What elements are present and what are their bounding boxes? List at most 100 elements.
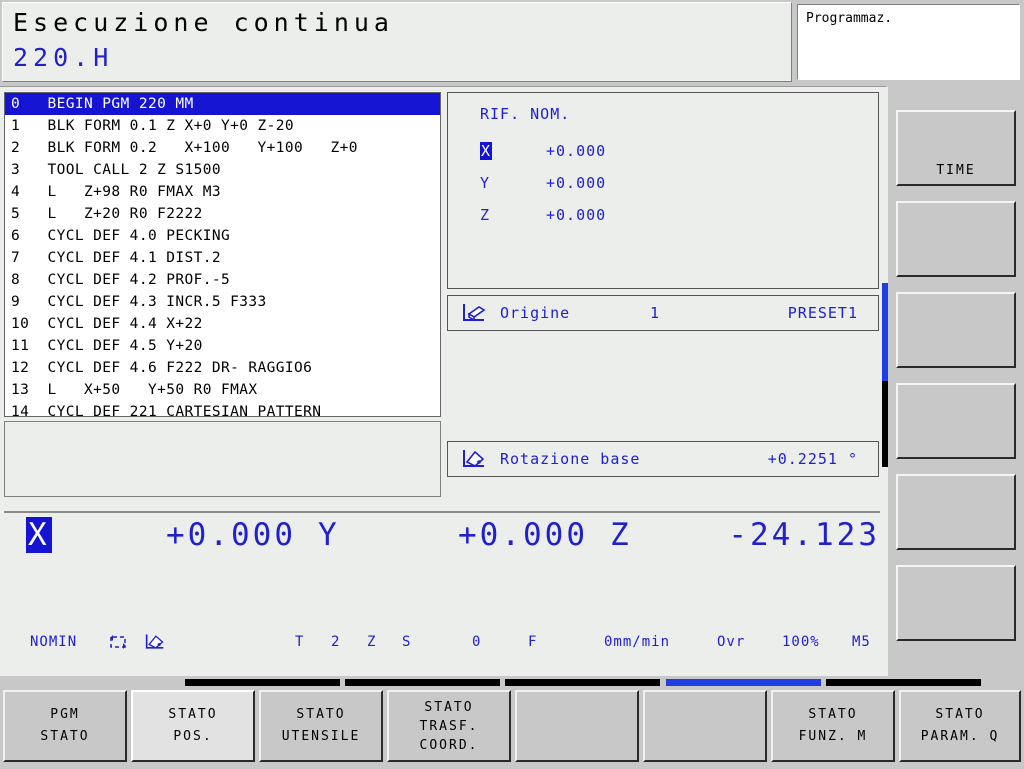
program-line[interactable]: 2 BLK FORM 0.2 X+100 Y+100 Z+0 xyxy=(5,137,440,159)
nominal-axis-value-y: +0.000 xyxy=(546,174,607,192)
nominal-axis-value-z: +0.000 xyxy=(546,206,607,224)
nominal-axis-label-x: X xyxy=(480,142,493,160)
status-override-value: 100% xyxy=(782,634,820,650)
cycle-loop-icon xyxy=(108,601,144,683)
program-detail-panel xyxy=(4,421,441,497)
status-override-label: Ovr xyxy=(717,634,746,650)
vertical-softkey-column: TIME xyxy=(888,86,1024,676)
softkey-line-2: UTENSILE xyxy=(281,729,361,744)
softkey-vert-5[interactable] xyxy=(896,474,1016,550)
datum-preset-icon xyxy=(448,301,500,325)
datum-origin-label: Origine xyxy=(500,304,571,322)
program-listing-panel[interactable]: 0 BEGIN PGM 220 MM 1 BLK FORM 0.1 Z X+0 … xyxy=(4,92,441,417)
hscroll-segment-5[interactable] xyxy=(826,679,981,686)
hscroll-segment-2[interactable] xyxy=(345,679,500,686)
status-m-function: M5 xyxy=(852,634,871,650)
softkey-time[interactable]: TIME xyxy=(896,110,1016,186)
datum-origin-number: 1 xyxy=(650,304,661,322)
softkey-empty-5[interactable] xyxy=(515,690,639,762)
status-feed-label: F xyxy=(528,634,538,650)
datum-origin-strip[interactable]: Origine 1 PRESET1 xyxy=(447,295,879,331)
softkey-line-1: STATO xyxy=(424,699,474,715)
softkey-empty-6[interactable] xyxy=(643,690,767,762)
datum-origin-preset: PRESET1 xyxy=(787,304,858,322)
softkey-line-2: FUNZ. M xyxy=(798,729,868,744)
program-line[interactable]: 3 TOOL CALL 2 Z S1500 xyxy=(5,159,440,181)
status-tool-label: T xyxy=(295,634,305,650)
softkey-line-1: STATO xyxy=(168,707,218,722)
nominal-reference-title: RIF. NOM. xyxy=(480,105,571,123)
softkey-line-2: PARAM. Q xyxy=(920,729,1000,744)
program-line[interactable]: 4 L Z+98 R0 FMAX M3 xyxy=(5,181,440,203)
program-line[interactable]: 11 CYCL DEF 4.5 Y+20 xyxy=(5,335,440,357)
status-tool-axis: Z xyxy=(367,634,377,650)
softkey-line-1: STATO xyxy=(808,707,858,722)
tnc-screen: Esecuzione continua 220.H Programmaz. 0 … xyxy=(0,0,1024,769)
machine-status-line: NOMIN T 2 Z S 0 F 0mm/min Ovr 100% M5 xyxy=(0,622,882,662)
status-spindle-value: 0 xyxy=(472,634,482,650)
softkey-stato-param-q[interactable]: STATO PARAM. Q xyxy=(899,690,1021,762)
softkey-stato-utensile[interactable]: STATO UTENSILE xyxy=(259,690,383,762)
nominal-row-x: X +0.000 xyxy=(480,135,878,167)
programming-mode-box[interactable]: Programmaz. xyxy=(797,4,1020,80)
program-line[interactable]: 5 L Z+20 R0 F2222 xyxy=(5,203,440,225)
nominal-row-y: Y +0.000 xyxy=(480,167,878,199)
status-feed-value: 0mm/min xyxy=(604,634,671,650)
main-area: 0 BEGIN PGM 220 MM 1 BLK FORM 0.1 Z X+0 … xyxy=(0,86,888,677)
basic-rotation-strip[interactable]: Rotazione base +0.2251 ° xyxy=(447,441,879,477)
top-bar: Esecuzione continua 220.H Programmaz. xyxy=(0,0,1024,86)
nominal-axis-value-x: +0.000 xyxy=(546,142,607,160)
nominal-row-z: Z +0.000 xyxy=(480,199,878,231)
softkey-line-1: PGM xyxy=(50,707,80,722)
program-line[interactable]: 9 CYCL DEF 4.3 INCR.5 F333 xyxy=(5,291,440,313)
program-line[interactable]: 14 CYCL DEF 221 CARTESIAN PATTERN xyxy=(5,401,440,416)
dro-axis-label-z: Z xyxy=(610,516,632,553)
softkey-stato-pos[interactable]: STATO POS. xyxy=(131,690,255,762)
bottom-softkey-bar: PGM STATO STATO POS. STATO UTENSILE STAT… xyxy=(0,676,1024,769)
program-line[interactable]: 6 CYCL DEF 4.0 PECKING xyxy=(5,225,440,247)
softkey-line-3: COORD. xyxy=(419,737,479,753)
program-line[interactable]: 8 CYCL DEF 4.2 PROF.-5 xyxy=(5,269,440,291)
softkey-vert-2[interactable] xyxy=(896,201,1016,277)
program-line[interactable]: 1 BLK FORM 0.1 Z X+0 Y+0 Z-20 xyxy=(5,115,440,137)
softkey-line-1: STATO xyxy=(935,707,985,722)
softkey-line-2: STATO xyxy=(40,729,90,744)
dro-axis-value-z: -24.123 xyxy=(728,516,880,553)
operating-mode-title: Esecuzione continua xyxy=(13,8,394,37)
active-program-name: 220.H xyxy=(13,43,114,72)
nominal-axis-label-y: Y xyxy=(480,174,491,192)
hscroll-segment-4[interactable] xyxy=(666,679,821,686)
program-line[interactable]: 7 CYCL DEF 4.1 DIST.2 xyxy=(5,247,440,269)
softkey-vert-6[interactable] xyxy=(896,565,1016,641)
program-line[interactable]: 13 L X+50 Y+50 R0 FMAX xyxy=(5,379,440,401)
status-spindle-label: S xyxy=(402,634,412,650)
dro-axis-value-y: +0.000 xyxy=(458,516,588,553)
dro-axis-label-y: Y xyxy=(318,516,340,553)
softkey-pgm-stato[interactable]: PGM STATO xyxy=(3,690,127,762)
basic-rotation-label: Rotazione base xyxy=(500,450,641,468)
position-display: X +0.000 Y +0.000 Z -24.123 xyxy=(4,511,880,556)
program-line[interactable]: 0 BEGIN PGM 220 MM xyxy=(5,93,440,115)
status-tool-number: 2 xyxy=(331,634,341,650)
program-line[interactable]: 12 CYCL DEF 4.6 F222 DR- RAGGIO6 xyxy=(5,357,440,379)
softkey-line-2: TRASF. xyxy=(419,718,479,734)
status-mode-label: NOMIN xyxy=(30,634,78,650)
nominal-axis-label-z: Z xyxy=(480,206,491,224)
basic-rotation-icon xyxy=(448,447,500,471)
dro-axis-value-x: +0.000 xyxy=(166,516,296,553)
softkey-stato-trasf-coord[interactable]: STATO TRASF. COORD. xyxy=(387,690,511,762)
hscroll-segment-3[interactable] xyxy=(505,679,660,686)
horizontal-scroll-indicator[interactable] xyxy=(0,677,1024,688)
hscroll-segment-1[interactable] xyxy=(185,679,340,686)
nominal-reference-panel: RIF. NOM. X +0.000 Y +0.000 Z +0.000 xyxy=(447,92,879,289)
softkey-line-1: STATO xyxy=(296,707,346,722)
basic-rotation-status-icon xyxy=(144,600,192,684)
softkey-stato-funz-m[interactable]: STATO FUNZ. M xyxy=(771,690,895,762)
softkey-vert-4[interactable] xyxy=(896,383,1016,459)
softkey-vert-3[interactable] xyxy=(896,292,1016,368)
dro-axis-label-x: X xyxy=(26,516,52,553)
softkey-line-2: POS. xyxy=(173,729,213,744)
basic-rotation-value: +0.2251 ° xyxy=(767,450,858,468)
operating-mode-box: Esecuzione continua 220.H xyxy=(2,2,792,82)
program-line[interactable]: 10 CYCL DEF 4.4 X+22 xyxy=(5,313,440,335)
